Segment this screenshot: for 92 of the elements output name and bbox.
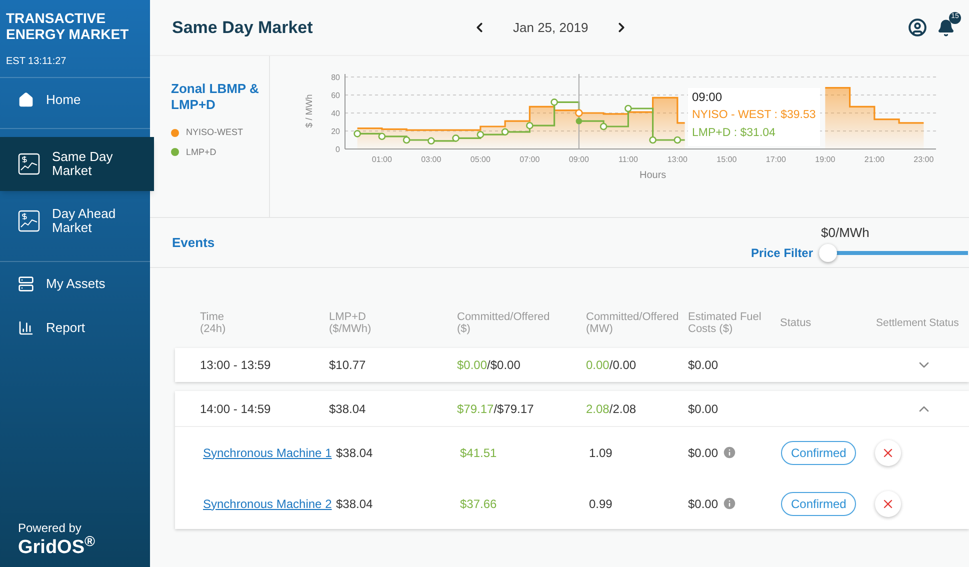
fuel-cost-cell-text: $0.00: [688, 496, 718, 512]
nav-item[interactable]: My Assets: [0, 266, 150, 302]
y-tick-label: 20: [331, 127, 340, 136]
lmp-cell-text: $38.04: [335, 444, 374, 462]
data-point: [402, 136, 410, 144]
info-icon[interactable]: [722, 496, 738, 511]
home-icon: [18, 92, 34, 108]
data-point: [354, 130, 361, 138]
column-header: Settlement Status: [876, 317, 959, 329]
data-point: [550, 98, 558, 106]
fuel-cost-cell-text: $0.00: [688, 400, 720, 418]
column-header: LMP+D ($/MWh): [329, 311, 372, 335]
column-header: Committed/Offered (MW): [586, 311, 680, 335]
nav-item[interactable]: Same Day Market: [0, 137, 154, 191]
legend-label: NYISO-WEST: [186, 126, 244, 139]
column-header: Status: [780, 317, 812, 329]
bell-icon[interactable]: [937, 18, 955, 36]
info-icon[interactable]: [722, 445, 738, 460]
x-axis-label: Hours: [639, 170, 666, 181]
committed-dollars-cell-text: $37.66: [460, 496, 498, 512]
lmp-cell-text: $38.04: [329, 400, 367, 418]
x-tick-label: 19:00: [815, 155, 836, 164]
tooltip-time: 09:00: [692, 89, 722, 106]
nav-item[interactable]: Day Ahead Market: [0, 203, 150, 239]
time-cell-text: 14:00 - 14:59: [200, 400, 272, 418]
data-point: [378, 132, 386, 140]
machine-link[interactable]: Synchronous Machine 2: [203, 494, 332, 512]
committed-dollars-cell-text: $41.51: [460, 444, 498, 462]
data-point: [526, 122, 534, 130]
clock-text: EST 13:11:27: [6, 55, 68, 69]
y-tick-label: 80: [331, 73, 340, 82]
chart-title: Zonal LBMP & LMP+D: [171, 81, 260, 113]
y-axis-label: $ / MWh: [304, 94, 314, 128]
price-reading: $0/MWh: [821, 224, 870, 242]
fuel-cost-cell-text: $0.00: [688, 357, 720, 374]
user-icon[interactable]: [908, 18, 927, 37]
lmp-cell-text: $38.04: [335, 496, 374, 512]
x-tick-label: 23:00: [914, 155, 934, 164]
data-point: [501, 128, 509, 136]
x-tick-label: 03:00: [421, 155, 442, 164]
price-filter-label: Price Filter: [751, 245, 814, 262]
y-tick-label: 0: [336, 145, 340, 154]
column-header: Estimated Fuel Costs ($): [688, 311, 762, 335]
dollar-chart-icon: [18, 153, 40, 175]
data-point: [476, 130, 484, 138]
nav-item[interactable]: Home: [0, 82, 150, 118]
x-tick-label: 13:00: [667, 155, 688, 164]
x-tick-label: 07:00: [520, 155, 540, 164]
committed-mw-cell-text: 2.08/2.08: [586, 400, 638, 418]
tooltip-value: LMP+D : $31.04: [692, 126, 776, 141]
app-title: TRANSACTIVE ENERGY MARKET: [6, 10, 130, 42]
nav-item[interactable]: Report: [0, 310, 150, 346]
data-point: [649, 136, 656, 144]
bar-chart-icon: [18, 320, 34, 336]
slider-thumb[interactable]: [819, 244, 838, 262]
x-tick-label: 11:00: [618, 155, 638, 164]
x-tick-label: 21:00: [864, 155, 884, 164]
x-tick-label: 17:00: [766, 155, 786, 164]
reject-button[interactable]: [875, 440, 901, 466]
committed-dollars-cell-text: $79.17/$79.17: [457, 400, 535, 418]
committed-dollars-cell-text: $0.00/$0.00: [457, 357, 522, 374]
x-tick-label: 09:00: [568, 155, 589, 164]
price-slider[interactable]: [819, 244, 968, 262]
y-tick-label: 60: [331, 91, 340, 100]
powered-by-text: Powered by: [18, 520, 82, 537]
x-tick-label: 05:00: [470, 155, 490, 164]
lmp-cell-text: $10.77: [329, 357, 367, 374]
brand-logo-text: GridOS$^{®}$: [18, 537, 96, 559]
data-point: [600, 122, 608, 130]
data-point: [452, 134, 460, 142]
reject-button[interactable]: [875, 490, 901, 516]
status-badge: Confirmed: [781, 440, 856, 464]
fuel-cost-cell-text: $0.00: [688, 444, 718, 462]
data-point: [624, 104, 632, 112]
date-text: Jan 25, 2019: [513, 18, 588, 37]
legend-label: LMP+D: [186, 146, 216, 158]
committed-mw-cell-text: 0.00/0.00: [586, 357, 638, 374]
data-point: [428, 137, 435, 145]
status-badge: Confirmed: [781, 492, 856, 516]
events-title: Events: [172, 234, 215, 252]
column-header: Committed/Offered ($): [457, 311, 551, 335]
data-point: [674, 136, 682, 144]
x-tick-label: 15:00: [716, 155, 737, 164]
time-cell-text: 13:00 - 13:59: [200, 357, 272, 374]
y-tick-label: 40: [331, 109, 340, 118]
server-icon: [18, 276, 34, 292]
column-header: Time (24h): [200, 311, 227, 335]
dollar-chart-icon: [18, 210, 40, 232]
x-tick-label: 01:00: [372, 155, 392, 164]
tooltip-value: NYISO - WEST : $39.53: [692, 108, 816, 123]
page-title: Same Day Market: [172, 16, 314, 39]
machine-link[interactable]: Synchronous Machine 1: [203, 444, 332, 462]
